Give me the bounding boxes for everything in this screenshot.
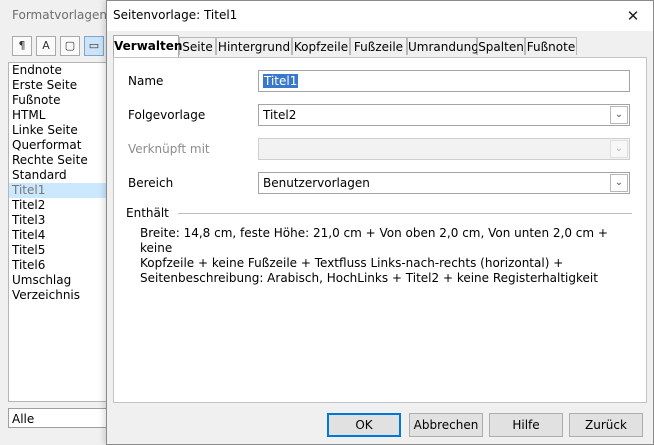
category-value: Benutzervorlagen [263, 176, 370, 190]
dialog-title: Seitenvorlage: Titel1 [113, 8, 238, 22]
tab-umrandung[interactable]: Umrandung [407, 37, 479, 55]
page-style-dialog: Seitenvorlage: Titel1 ✕ Verwalten Seite … [106, 0, 654, 445]
next-style-value: Titel2 [263, 108, 297, 122]
style-list-item[interactable]: Linke Seite [9, 123, 121, 138]
tab-spalten[interactable]: Spalten [477, 37, 525, 55]
frame-styles-icon[interactable]: ▢ [60, 36, 80, 56]
style-list-item[interactable]: Titel2 [9, 198, 121, 213]
style-list-item[interactable]: Titel5 [9, 243, 121, 258]
category-label: Bereich [128, 176, 174, 190]
style-list-item[interactable]: Titel6 [9, 258, 121, 273]
style-list-item[interactable]: Erste Seite [9, 78, 121, 93]
close-icon[interactable]: ✕ [621, 5, 645, 27]
style-list-item[interactable]: Titel4 [9, 228, 121, 243]
style-list-item[interactable]: Querformat [9, 138, 121, 153]
linked-with-select: ⌄ [258, 138, 630, 160]
chevron-down-icon: ⌄ [610, 140, 628, 158]
style-list-item[interactable]: Endnote [9, 63, 121, 78]
tab-fusszeile[interactable]: Fußzeile [350, 37, 407, 55]
chevron-down-icon[interactable]: ⌄ [610, 174, 628, 192]
styles-sidebar: Formatvorlagen ¶ A ▢ ▭ Endnote Erste Seit… [0, 0, 121, 445]
help-button[interactable]: Hilfe [489, 413, 563, 437]
ok-button[interactable]: OK [327, 413, 401, 437]
style-list-item[interactable]: Standard [9, 168, 121, 183]
style-list-item[interactable]: Titel3 [9, 213, 121, 228]
tab-verwalten[interactable]: Verwalten [113, 35, 182, 57]
name-input[interactable]: Titel1 [258, 70, 630, 92]
contains-line: Kopfzeile + keine Fußzeile + Textfluss L… [140, 256, 564, 270]
style-list-item[interactable]: Titel1 [9, 183, 121, 198]
contains-description: Breite: 14,8 cm, feste Höhe: 21,0 cm + V… [140, 226, 610, 286]
style-list-item[interactable]: Verzeichnis [9, 288, 121, 303]
tab-fussnote[interactable]: Fußnote [525, 37, 577, 55]
linked-with-label: Verknüpft mit [128, 142, 210, 156]
style-list-item[interactable]: Fußnote [9, 93, 121, 108]
contains-line: Breite: 14,8 cm, feste Höhe: 21,0 cm + V… [140, 226, 608, 255]
style-list[interactable]: Endnote Erste Seite Fußnote HTML Linke Seite… [8, 62, 121, 402]
character-styles-icon[interactable]: A [36, 36, 56, 56]
reset-button[interactable]: Zurück [569, 413, 643, 437]
style-list-item[interactable]: Rechte Seite [9, 153, 121, 168]
sidebar-title: Formatvorlagen [12, 8, 107, 22]
style-list-item[interactable]: HTML [9, 108, 121, 123]
dialog-titlebar: Seitenvorlage: Titel1 ✕ [107, 1, 653, 31]
next-style-label: Folgevorlage [128, 108, 206, 122]
name-value: Titel1 [263, 74, 299, 88]
section-divider [178, 213, 632, 214]
cancel-button[interactable]: Abbrechen [409, 413, 483, 437]
page-styles-icon[interactable]: ▭ [84, 36, 104, 56]
next-style-select[interactable]: Titel2 ⌄ [258, 104, 630, 126]
style-list-item[interactable]: Umschlag [9, 273, 121, 288]
contains-heading: Enthält [126, 206, 169, 220]
paragraph-styles-icon[interactable]: ¶ [12, 36, 32, 56]
contains-line: Seitenbeschreibung: Arabisch, HochLinks … [140, 271, 598, 285]
tab-kopfzeile[interactable]: Kopfzeile [292, 37, 350, 55]
chevron-down-icon[interactable]: ⌄ [610, 106, 628, 124]
tab-hintergrund[interactable]: Hintergrund [216, 37, 292, 55]
tab-seite[interactable]: Seite [179, 37, 216, 55]
style-filter-select[interactable]: Alle [8, 408, 120, 428]
category-select[interactable]: Benutzervorlagen ⌄ [258, 172, 630, 194]
tab-page-verwalten: Name Titel1 Folgevorlage Titel2 ⌄ Verknü… [113, 57, 647, 403]
name-label: Name [128, 74, 164, 88]
